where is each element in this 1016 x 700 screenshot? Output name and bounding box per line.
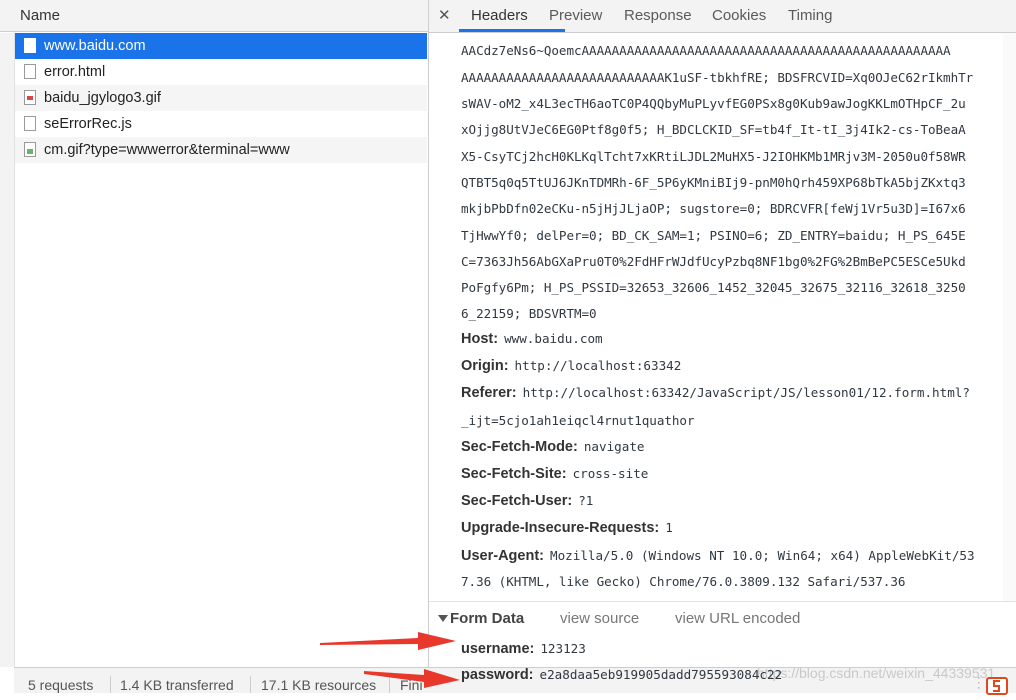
- header-key: Referer:: [461, 385, 517, 401]
- watermark: https://blog.csdn.net/weixin_44339531: [757, 665, 996, 681]
- header-upgrade-insecure-requests: Upgrade-Insecure-Requests: 1: [461, 519, 673, 537]
- header-value: http://localhost:63342/JavaScript/JS/les…: [522, 385, 970, 400]
- cookie-value-line: AAAAAAAAAAAAAAAAAAAAAAAAAAAK1uSF-tbkhfRE…: [461, 70, 974, 85]
- image-icon: [24, 142, 36, 157]
- cookie-value-line: QTBT5q0q5TtUJ6JKnTDMRh-6F_5P6yKMniBIj9-p…: [461, 175, 966, 190]
- image-icon: [24, 90, 36, 105]
- transferred-size: 1.4 KB transferred: [120, 677, 234, 693]
- header-value-continuation: _ijt=5cjo1ah1eiqcl4rnut1quathor: [461, 413, 695, 428]
- header-key: Upgrade-Insecure-Requests:: [461, 520, 660, 536]
- cookie-value-line: xOjjg8UtVJeC6EG0Ptf8g0f5; H_BDCLCKID_SF=…: [461, 122, 966, 137]
- header-host: Host: www.baidu.com: [461, 330, 603, 348]
- form-data-header[interactable]: Form Data view source view URL encoded: [429, 602, 1016, 636]
- active-tab-indicator: [459, 29, 565, 32]
- header-sec-fetch-mode: Sec-Fetch-Mode: navigate: [461, 438, 645, 456]
- header-value: 1: [665, 520, 673, 535]
- header-sec-fetch-site: Sec-Fetch-Site: cross-site: [461, 465, 648, 483]
- form-data-section: Form Data view source view URL encoded u…: [429, 601, 1016, 668]
- resources-size: 17.1 KB resources: [261, 677, 377, 693]
- header-user-agent: User-Agent: Mozilla/5.0 (Windows NT 10.0;…: [461, 547, 975, 565]
- request-list-pane: Name www.baidu.com error.html baidu_jgyl…: [0, 0, 429, 692]
- header-sec-fetch-user: Sec-Fetch-User: ?1: [461, 492, 593, 510]
- close-icon[interactable]: ✕: [438, 6, 451, 24]
- request-name: cm.gif?type=wwwerror&terminal=www: [44, 142, 290, 158]
- request-row-baidu-jgylogo3-gif[interactable]: baidu_jgylogo3.gif: [15, 85, 427, 111]
- document-icon: [24, 64, 36, 79]
- header-key: User-Agent:: [461, 548, 544, 564]
- tab-timing[interactable]: Timing: [788, 0, 832, 32]
- header-key: Sec-Fetch-User:: [461, 493, 573, 509]
- cookie-value-line: 6_22159; BDSVRTM=0: [461, 306, 597, 321]
- csdn-logo-icon: [985, 675, 1009, 695]
- cookie-value-line: AACdz7eNs6~QoemcAAAAAAAAAAAAAAAAAAAAAAAA…: [461, 43, 951, 58]
- vertical-scrollbar[interactable]: [1003, 33, 1016, 601]
- annotation-arrow-username: [320, 632, 456, 650]
- tab-headers[interactable]: Headers: [471, 0, 528, 32]
- annotation-arrow-password: [364, 669, 460, 688]
- form-value: e2a8daa5eb919905dadd795593084c22: [539, 667, 783, 682]
- document-icon: [24, 116, 36, 131]
- request-list: www.baidu.com error.html baidu_jgylogo3.…: [15, 33, 427, 163]
- cookie-value-line: PoFgfy6Pm; H_PS_PSSID=32653_32606_1452_3…: [461, 280, 966, 295]
- cookie-value-line: mkjbPbDfn02eCKu-n5jHjJLjaOP; sugstore=0;…: [461, 201, 966, 216]
- cookie-value-line: X5-CsyTCj2hcH0KLKqlTcht7xKRtiLJDL2MuHX5-…: [461, 149, 966, 164]
- header-referer: Referer: http://localhost:63342/JavaScrip…: [461, 384, 970, 402]
- document-icon: [24, 38, 36, 53]
- cookie-value-line: C=7363Jh56AbGXaPru0T0%2FdHFrWJdfUcyPzbq8…: [461, 254, 966, 269]
- tab-cookies[interactable]: Cookies: [712, 0, 766, 32]
- view-source-link[interactable]: view source: [560, 602, 639, 636]
- form-data-title: Form Data: [450, 610, 525, 627]
- header-value: ?1: [578, 493, 594, 508]
- request-row-www-baidu-com[interactable]: www.baidu.com: [15, 33, 427, 59]
- header-key: Sec-Fetch-Site:: [461, 466, 567, 482]
- status-divider: [110, 676, 111, 693]
- form-key: username:: [461, 641, 535, 657]
- header-value: cross-site: [572, 466, 649, 481]
- status-divider: [250, 676, 251, 693]
- request-row-error-html[interactable]: error.html: [15, 59, 427, 85]
- header-value: navigate: [583, 439, 645, 454]
- header-value: Mozilla/5.0 (Windows NT 10.0; Win64; x64…: [549, 548, 975, 563]
- header-value-continuation: 7.36 (KHTML, like Gecko) Chrome/76.0.380…: [461, 574, 906, 589]
- cookie-value-line: TjHwwYf0; delPer=0; BD_CK_SAM=1; PSINO=6…: [461, 228, 966, 243]
- form-field-password: password: e2a8daa5eb919905dadd795593084c2…: [461, 666, 782, 684]
- left-gutter: [0, 33, 15, 667]
- header-origin: Origin: http://localhost:63342: [461, 357, 681, 375]
- request-name: error.html: [44, 64, 106, 80]
- header-value: www.baidu.com: [504, 331, 603, 346]
- request-headers-panel: AACdz7eNs6~QoemcAAAAAAAAAAAAAAAAAAAAAAAA…: [429, 33, 1016, 601]
- request-count: 5 requests: [28, 677, 94, 693]
- cookie-value-line: sWAV-oM2_x4L3ecTH6aoTC0P4QQbyMuPLyvfEG0P…: [461, 96, 966, 111]
- name-column-header[interactable]: Name: [0, 0, 428, 32]
- tab-preview[interactable]: Preview: [549, 0, 602, 32]
- header-value: http://localhost:63342: [514, 358, 682, 373]
- details-tab-bar: ✕ Headers Preview Response Cookies Timin…: [429, 0, 1016, 33]
- form-value: 123123: [540, 641, 586, 656]
- expand-triangle-icon[interactable]: [438, 615, 448, 622]
- request-name: baidu_jgylogo3.gif: [44, 90, 161, 106]
- header-key: Host:: [461, 331, 499, 347]
- request-name: seErrorRec.js: [44, 116, 132, 132]
- header-key: Sec-Fetch-Mode:: [461, 439, 578, 455]
- form-field-username: username: 123123: [461, 640, 586, 658]
- header-key: Origin:: [461, 358, 509, 374]
- view-url-encoded-link[interactable]: view URL encoded: [675, 602, 800, 636]
- tab-response[interactable]: Response: [624, 0, 692, 32]
- more-icon: · · ·: [977, 672, 981, 694]
- form-key: password:: [461, 667, 534, 683]
- request-name: www.baidu.com: [44, 38, 146, 54]
- request-row-cm-gif[interactable]: cm.gif?type=wwwerror&terminal=www: [15, 137, 427, 163]
- request-row-seerrorrec-js[interactable]: seErrorRec.js: [15, 111, 427, 137]
